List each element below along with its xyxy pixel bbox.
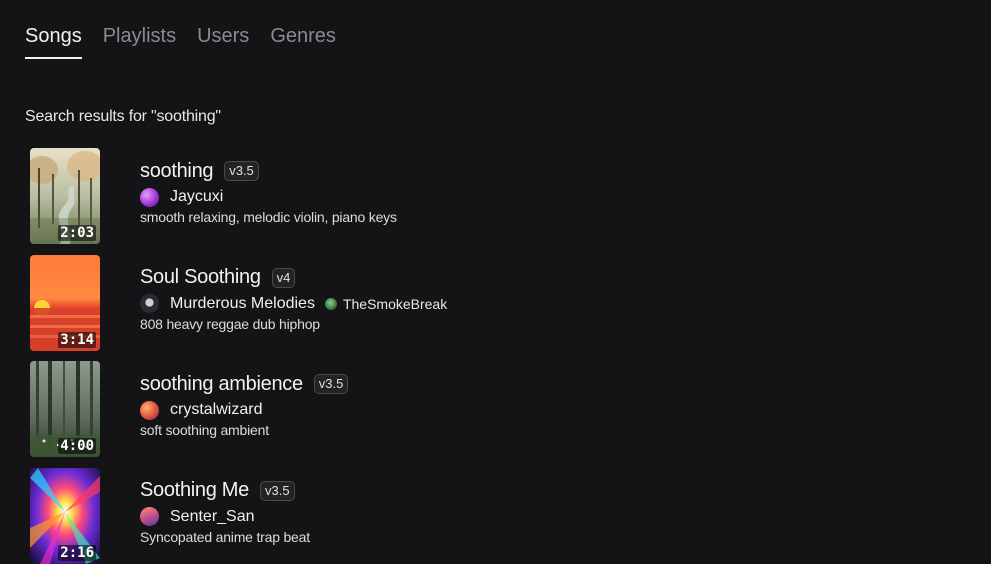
song-title[interactable]: Soothing Me [140,479,249,502]
orange-orb-avatar[interactable] [140,400,159,420]
song-info: soothing v3.5 Jaycuxi smooth relaxing, m… [140,157,397,225]
song-info: soothing ambience v3.5 crystalwizard sof… [140,370,349,439]
tab-genres[interactable]: Genres [270,22,336,57]
song-info: Soul Soothing v4 Murderous Melodies TheS… [140,264,447,332]
song-title[interactable]: soothing [140,160,214,183]
model-version-badge: v3.5 [260,480,295,501]
tab-users[interactable]: Users [197,22,249,57]
song-thumbnail[interactable]: 3:14 [30,254,100,351]
tab-playlists[interactable]: Playlists [103,22,176,57]
song-description: 808 heavy reggae dub hiphop [140,315,320,332]
song-description: smooth relaxing, melodic violin, piano k… [140,209,397,225]
skull-avatar[interactable] [140,294,159,314]
model-version-badge: v3.5 [313,374,349,395]
purple-orb-avatar[interactable] [140,187,159,207]
featured-artist-name[interactable]: TheSmokeBreak [343,296,447,312]
song-duration: 3:14 [58,331,96,348]
search-tabs: Songs Playlists Users Genres [25,22,336,59]
song-title[interactable]: Soul Soothing [140,266,261,289]
song-title[interactable]: soothing ambience [140,373,303,396]
song-duration: 2:03 [58,225,96,241]
song-duration: 4:00 [58,438,96,455]
song-row[interactable]: 4:00 soothing ambience v3.5 crystalwizar… [30,361,930,458]
song-duration: 2:16 [58,544,96,561]
sunset-orb-avatar[interactable] [140,507,159,527]
tab-songs[interactable]: Songs [25,22,82,59]
artist-name[interactable]: Murderous Melodies [170,295,315,313]
song-row[interactable]: 2:16 Soothing Me v3.5 Senter_San Syncopa… [30,467,930,564]
green-leaf-avatar[interactable] [324,297,337,310]
song-info: Soothing Me v3.5 Senter_San Syncopated a… [140,477,310,545]
song-row[interactable]: 3:14 Soul Soothing v4 Murderous Melodies… [30,254,930,351]
search-results-page: Songs Playlists Users Genres Search resu… [0,0,991,564]
song-description: Syncopated anime trap beat [140,528,310,545]
song-row[interactable]: 2:03 soothing v3.5 Jaycuxi smooth relaxi… [30,148,930,244]
song-thumbnail[interactable]: 4:00 [30,361,100,458]
model-version-badge: v3.5 [224,161,259,181]
artist-name[interactable]: Senter_San [170,508,255,526]
song-description: soft soothing ambient [140,422,269,439]
artist-name[interactable]: Jaycuxi [170,188,223,206]
artist-name[interactable]: crystalwizard [170,401,262,419]
search-results-heading: Search results for "soothing" [25,108,221,125]
song-results-list: 2:03 soothing v3.5 Jaycuxi smooth relaxi… [30,148,930,564]
model-version-badge: v4 [271,267,296,288]
song-thumbnail[interactable]: 2:16 [30,467,100,564]
song-thumbnail[interactable]: 2:03 [30,148,100,244]
